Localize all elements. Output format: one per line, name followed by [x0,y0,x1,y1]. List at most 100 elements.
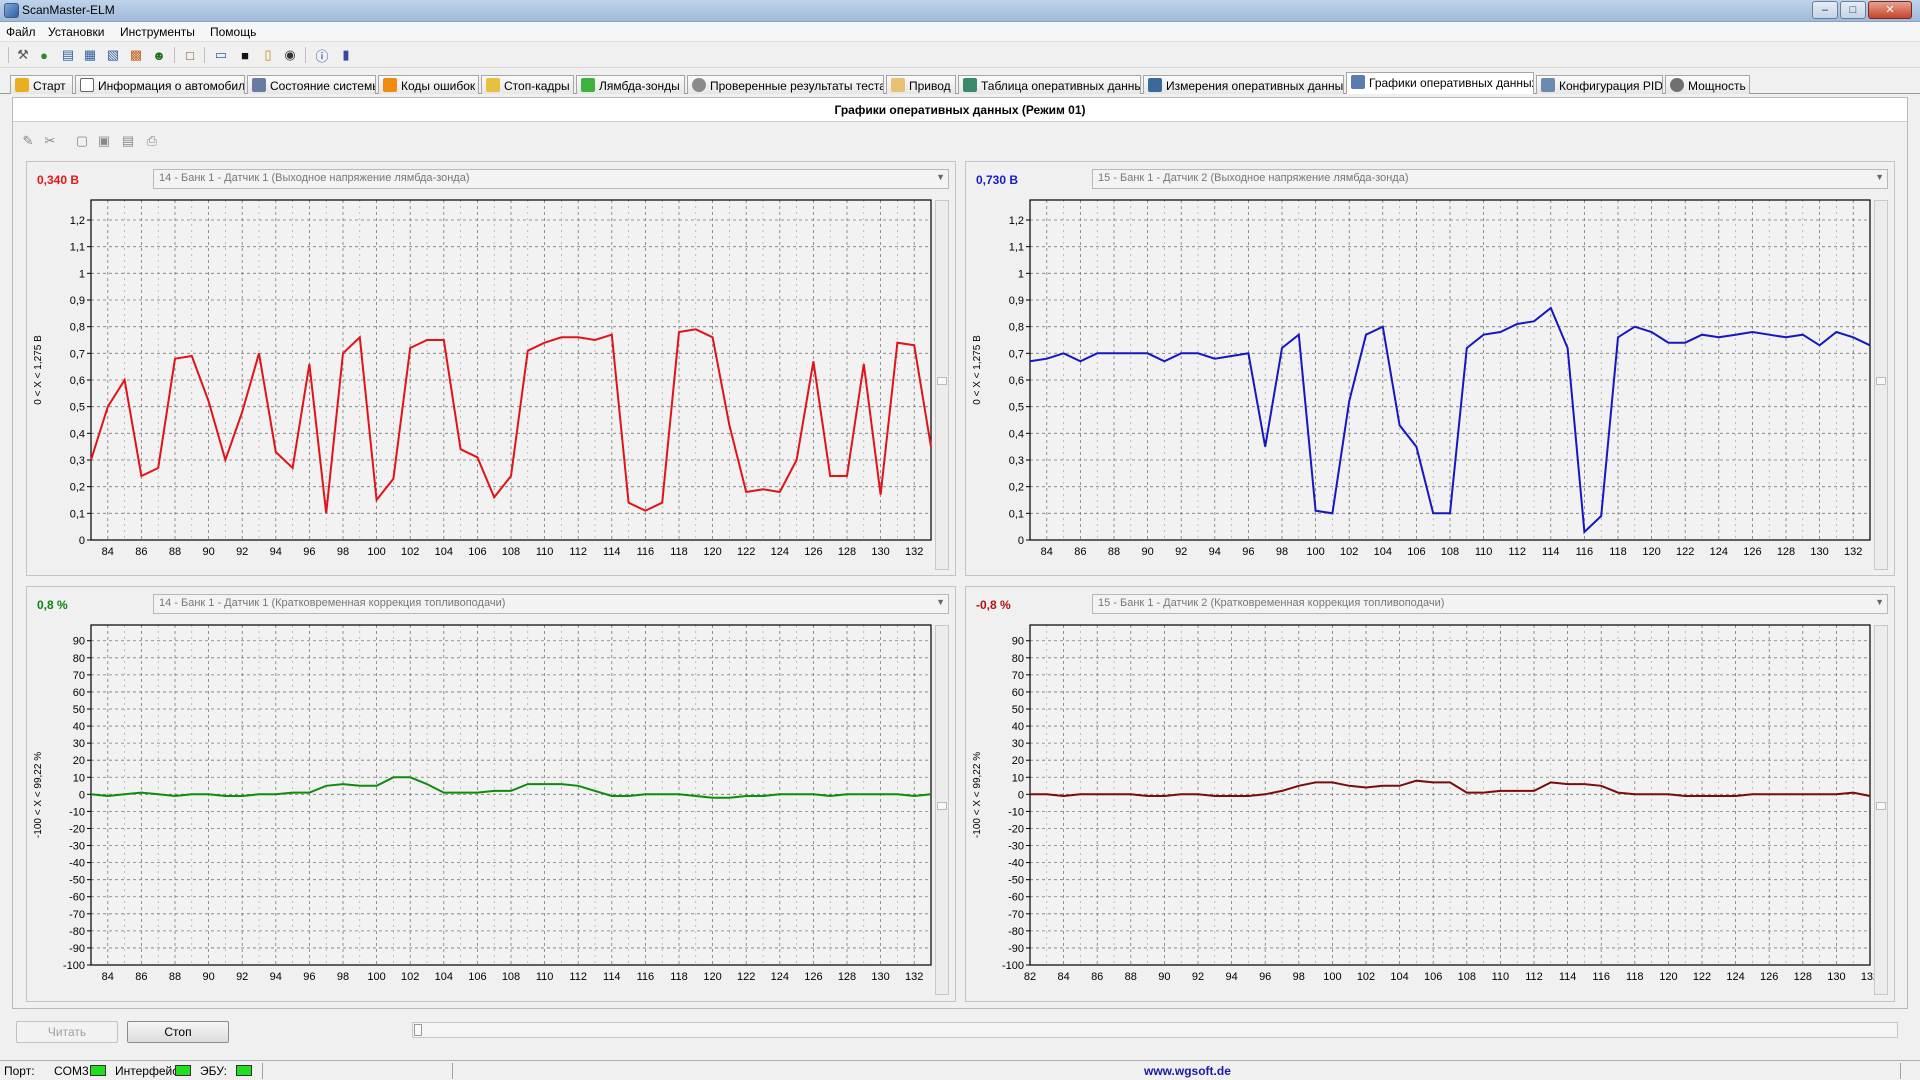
line-chart: 84 86 88 90 92 94 96 98 100 102 104 106 108 110 112 114… [33,199,932,558]
globe-icon[interactable]: ● [35,46,53,64]
tab-freeze-frames[interactable]: Стоп-кадры [481,75,574,94]
close-button[interactable]: ✕ [1868,1,1912,19]
hand-icon [891,78,905,92]
table-icon[interactable]: ▦ [81,46,99,64]
book-icon[interactable]: ▮ [337,46,355,64]
x-tick-label: 108 [1441,546,1459,558]
x-tick-label: 130 [1810,546,1828,558]
y-tick-label: 10 [1012,772,1024,784]
monitor-icon[interactable]: ▭ [212,46,230,64]
scroll-thumb[interactable] [1876,377,1886,385]
open-icon[interactable]: ▢ [73,132,91,150]
scroll-thumb[interactable] [937,377,947,385]
save-icon[interactable]: ▣ [95,132,113,150]
line-chart: 84 86 88 90 92 94 96 98 100 102 104 106 108 110 112 114… [972,199,1871,558]
tab-live-data-measurements[interactable]: Измерения оперативных данных [1143,75,1344,94]
x-tick-label: 96 [303,971,315,983]
stop-button[interactable]: Стоп [127,1021,229,1043]
tab-vehicle-info[interactable]: Информация о автомобиле [75,75,245,94]
port-label: Порт: [4,1064,35,1078]
x-tick-label: 102 [401,971,419,983]
scroll-thumb[interactable] [1876,802,1886,810]
tab-live-data-charts[interactable]: Графики оперативных данных [1346,72,1534,94]
tab-pid-configuration[interactable]: Конфигурация PID [1536,75,1663,94]
tab-system-status[interactable]: Состояние системы [247,75,376,94]
vertical-scrollbar[interactable] [1874,625,1888,995]
document-icon[interactable]: ▤ [59,46,77,64]
menu-tools[interactable]: Инструменты [116,24,199,40]
x-tick-label: 100 [367,971,385,983]
y-tick-label: 30 [73,738,85,750]
maximize-button[interactable]: □ [1840,1,1866,19]
x-tick-label: 110 [1475,546,1493,558]
x-tick-label: 132 [905,546,923,558]
title-bar: ScanMaster-ELM – □ ✕ [0,0,1920,22]
minimize-button[interactable]: – [1812,1,1838,19]
x-tick-label: 114 [603,971,621,983]
clipboard-icon[interactable]: □ [181,46,199,64]
y-tick-label: 0 [1018,789,1024,801]
page-title: Графики оперативных данных (Режим 01) [13,98,1907,122]
tab-lambda-sensors[interactable]: Лямбда-зонды [576,75,685,94]
color-chart-icon[interactable]: ▩ [127,46,145,64]
x-tick-label: 90 [202,971,214,983]
x-tick-label: 128 [1777,546,1795,558]
x-tick-label: 94 [1209,546,1221,558]
x-tick-label: 82 [1024,971,1036,983]
menu-file[interactable]: Файл [2,24,40,40]
tab-actuator[interactable]: Привод [886,75,956,94]
person-icon[interactable]: ☻ [150,46,168,64]
system-icon [252,78,266,92]
x-tick-label: 120 [1659,971,1677,983]
print-icon[interactable]: ⎙ [143,132,161,150]
menu-settings[interactable]: Установки [44,24,108,40]
y-tick-label: 0,8 [70,322,85,334]
x-tick-label: 130 [1827,971,1845,983]
website-link[interactable]: www.wgsoft.de [1144,1064,1231,1078]
y-tick-label: 0,4 [70,428,85,440]
slider-handle[interactable] [414,1024,422,1036]
tab-error-codes[interactable]: Коды ошибок [378,75,479,94]
y-tick-label: 0,9 [1009,295,1024,307]
print-preview-icon[interactable]: ▤ [119,132,137,150]
vertical-scrollbar[interactable] [935,625,949,995]
scroll-thumb[interactable] [937,802,947,810]
y-tick-label: 90 [1012,636,1024,648]
read-button[interactable]: Читать [16,1021,118,1043]
interface-status-led [175,1065,191,1076]
remove-chart-icon[interactable]: ✂ [41,132,59,150]
disc-icon[interactable]: ◉ [281,46,299,64]
y-axis-label: 0 < X < 1,275 В [33,335,44,405]
y-tick-label: 0 [1018,535,1024,547]
add-chart-icon[interactable]: ✎ [19,132,37,150]
tab-start[interactable]: Старт [10,75,73,94]
ecu-label: ЭБУ: [200,1064,227,1078]
tab-strip: Старт Информация о автомобиле Состояние … [0,72,1920,94]
chart-lambda-sensor-1: 0,340 В 14 - Банк 1 - Датчик 1 (Выходное… [26,161,956,576]
y-tick-label: 0 [79,789,85,801]
tab-power[interactable]: Мощность [1665,75,1750,94]
x-tick-label: 128 [838,971,856,983]
vertical-scrollbar[interactable] [935,200,949,570]
x-tick-label: 132 [1844,546,1862,558]
y-tick-label: -70 [1008,909,1024,921]
table-icon [963,78,977,92]
y-tick-label: 0,4 [1009,428,1024,440]
x-tick-label: 84 [102,546,114,558]
x-tick-label: 96 [1259,971,1271,983]
vertical-scrollbar[interactable] [1874,200,1888,570]
gauge-icon[interactable]: ▧ [104,46,122,64]
wrench-icon[interactable]: ⚒ [14,46,32,64]
menu-help[interactable]: Помощь [206,24,260,40]
y-axis-label: -100 < X < 99,22 % [33,752,44,838]
battery-icon[interactable]: ▯ [259,46,277,64]
tab-test-results[interactable]: Проверенные результаты теста [687,75,884,94]
y-tick-label: -30 [1008,841,1024,853]
info-icon[interactable]: ⓘ [313,46,331,64]
time-slider[interactable] [412,1022,1898,1038]
x-tick-label: 92 [1175,546,1187,558]
tab-live-data-table[interactable]: Таблица оперативных данных [958,75,1141,94]
terminal-icon[interactable]: ■ [236,46,254,64]
x-tick-label: 84 [102,971,114,983]
x-tick-label: 124 [771,971,789,983]
